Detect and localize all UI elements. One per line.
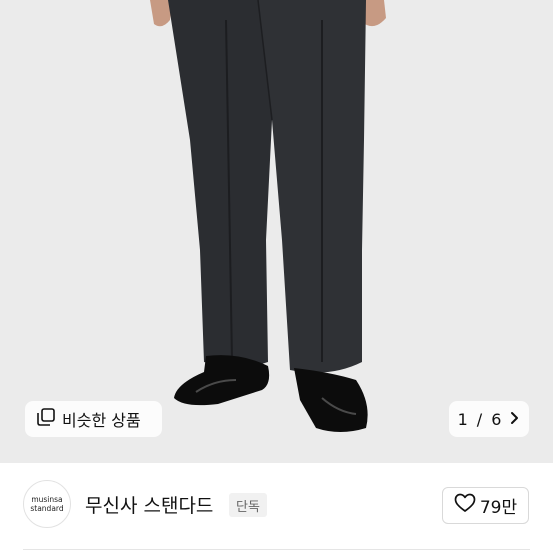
logo-text-line2: standard [30,504,64,513]
logo-text-line1: musinsa [31,495,63,504]
product-photo [0,0,553,463]
image-counter[interactable]: 1 / 6 [449,401,529,437]
chevron-right-icon[interactable] [510,410,520,429]
counter-total: 6 [491,409,502,429]
like-button[interactable]: 79만 [442,487,529,524]
exclusive-badge: 단독 [229,493,267,517]
counter-separator: / [476,409,483,429]
brand-logo[interactable]: musinsa standard [23,480,71,528]
stacked-squares-icon [37,408,55,430]
divider [23,549,530,550]
counter-current: 1 [457,409,468,429]
like-count: 79만 [479,498,518,518]
similar-products-button[interactable]: 비슷한 상품 [25,401,162,437]
similar-products-label: 비슷한 상품 [62,411,141,430]
brand-name[interactable]: 무신사 스탠다드 [85,491,213,518]
product-image[interactable]: 비슷한 상품 1 / 6 [0,0,553,463]
heart-outline-icon [454,493,476,518]
